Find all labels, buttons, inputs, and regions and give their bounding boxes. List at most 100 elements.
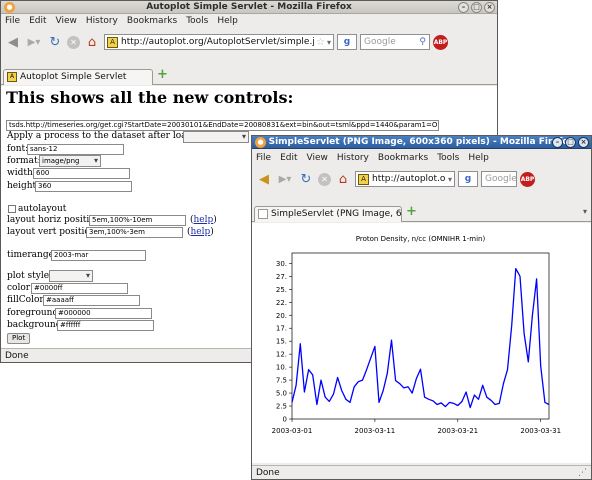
search-engine-icon[interactable]: g bbox=[458, 171, 478, 187]
plot-button[interactable]: Plot bbox=[7, 333, 31, 344]
reload-icon[interactable]: ↻ bbox=[297, 170, 315, 188]
resize-grip-icon[interactable]: ⋰ bbox=[578, 466, 587, 479]
process-select[interactable] bbox=[183, 131, 249, 143]
fill-color-label: fillColor: bbox=[7, 295, 47, 305]
window-titlebar[interactable]: ● Autoplot Simple Servlet - Mozilla Fire… bbox=[1, 1, 497, 14]
page-heading: This shows all the new controls: bbox=[6, 88, 294, 107]
forward-arrow-icon[interactable]: ▶▾ bbox=[276, 170, 294, 188]
background-label: background: bbox=[7, 320, 65, 330]
status-bar: Done ⋰ bbox=[252, 465, 591, 479]
color-input[interactable]: #0000ff bbox=[31, 283, 128, 294]
url-text: http://autoplot.org/AutoplotServlet/simp… bbox=[121, 37, 315, 47]
url-bar[interactable]: A http://autoplot.or ▾ bbox=[355, 171, 455, 187]
timerange-input[interactable]: 2003-mar bbox=[51, 250, 146, 261]
menu-tools[interactable]: Tools bbox=[186, 16, 208, 26]
menu-history[interactable]: History bbox=[337, 153, 369, 163]
menu-help[interactable]: Help bbox=[217, 16, 238, 26]
window-title: Autoplot Simple Servlet - Mozilla Firefo… bbox=[146, 2, 352, 12]
menu-bookmarks[interactable]: Bookmarks bbox=[378, 153, 428, 163]
menu-tools[interactable]: Tools bbox=[437, 153, 459, 163]
background-input[interactable]: #ffffff bbox=[57, 320, 154, 331]
y-tick-label: 22. bbox=[276, 299, 287, 307]
plot-style-select[interactable] bbox=[49, 270, 93, 282]
maximize-icon[interactable]: □ bbox=[471, 2, 482, 13]
close-icon[interactable]: × bbox=[484, 2, 495, 13]
url-dropdown-icon[interactable]: ▾ bbox=[448, 175, 452, 184]
menu-history[interactable]: History bbox=[86, 16, 118, 26]
y-tick-label: 17. bbox=[276, 325, 287, 333]
firefox-logo-icon: ● bbox=[4, 2, 15, 13]
format-select[interactable]: image/png bbox=[39, 155, 101, 167]
stop-icon[interactable]: ✕ bbox=[318, 172, 331, 186]
font-input[interactable]: sans-12 bbox=[27, 144, 124, 155]
search-placeholder: Google bbox=[485, 174, 517, 184]
y-tick-label: 20. bbox=[276, 312, 287, 320]
menu-help[interactable]: Help bbox=[468, 153, 489, 163]
y-tick-label: 0 bbox=[283, 416, 287, 424]
minimize-icon[interactable]: – bbox=[552, 137, 563, 148]
vert-help-link[interactable]: help bbox=[191, 227, 211, 237]
tab-label: Autoplot Simple Servlet bbox=[20, 72, 127, 82]
search-placeholder: Google bbox=[364, 37, 396, 47]
minimize-icon[interactable]: – bbox=[458, 2, 469, 13]
search-icon[interactable]: ⚲ bbox=[419, 35, 426, 49]
x-tick-label: 2003-03-11 bbox=[355, 427, 396, 435]
horiz-help-link[interactable]: help bbox=[194, 215, 214, 225]
x-tick-label: 2003-03-31 bbox=[520, 427, 561, 435]
tab-favicon-icon bbox=[258, 209, 268, 219]
y-tick-label: 15. bbox=[276, 338, 287, 346]
y-tick-label: 5.0 bbox=[276, 390, 287, 398]
search-engine-icon[interactable]: g bbox=[337, 34, 357, 50]
plus-icon[interactable]: + bbox=[406, 204, 417, 219]
plus-icon[interactable]: + bbox=[157, 67, 168, 82]
home-icon[interactable]: ⌂ bbox=[334, 170, 352, 188]
forward-arrow-icon[interactable]: ▶▾ bbox=[25, 33, 43, 51]
maximize-icon[interactable]: □ bbox=[565, 137, 576, 148]
reload-icon[interactable]: ↻ bbox=[46, 33, 64, 51]
firefox-window-png[interactable]: ● SimpleServlet (PNG Image, 600x360 pixe… bbox=[251, 135, 592, 480]
menu-view[interactable]: View bbox=[307, 153, 328, 163]
star-icon[interactable]: ☆ bbox=[316, 37, 325, 48]
tab-autoplot-servlet[interactable]: A Autoplot Simple Servlet bbox=[3, 69, 153, 85]
menu-bookmarks[interactable]: Bookmarks bbox=[127, 16, 177, 26]
chart-title: Proton Density, n/cc (OMNIHR 1-min) bbox=[356, 235, 486, 243]
fill-color-input[interactable]: #aaaaff bbox=[43, 295, 140, 306]
y-tick-label: 25. bbox=[276, 286, 287, 294]
height-input[interactable]: 360 bbox=[35, 181, 132, 192]
menu-edit[interactable]: Edit bbox=[29, 16, 46, 26]
adblock-plus-icon[interactable]: ABP bbox=[433, 34, 448, 50]
image-viewport: Proton Density, n/cc (OMNIHR 1-min) 0 2.5 5… bbox=[252, 223, 591, 463]
menu-file[interactable]: File bbox=[5, 16, 20, 26]
dataset-url-input[interactable]: tsds.http://timeseries.org/get.cgi?Start… bbox=[6, 120, 439, 131]
back-arrow-icon[interactable]: ◀ bbox=[255, 170, 273, 188]
menu-edit[interactable]: Edit bbox=[280, 153, 297, 163]
vert-help-paren: (help) bbox=[187, 227, 214, 237]
close-icon[interactable]: × bbox=[578, 137, 589, 148]
home-icon[interactable]: ⌂ bbox=[83, 33, 101, 51]
foreground-input[interactable]: #000000 bbox=[55, 308, 152, 319]
width-input[interactable]: 600 bbox=[33, 168, 130, 179]
navigation-toolbar: ◀ ▶▾ ↻ ✕ ⌂ A http://autoplot.org/Autoplo… bbox=[1, 30, 497, 54]
back-arrow-icon[interactable]: ◀ bbox=[4, 33, 22, 51]
stop-icon[interactable]: ✕ bbox=[67, 35, 80, 49]
url-dropdown-icon[interactable]: ▾ bbox=[327, 38, 331, 47]
menu-view[interactable]: View bbox=[56, 16, 77, 26]
tab-simpleservlet-png[interactable]: SimpleServlet (PNG Image, 600... bbox=[254, 206, 402, 222]
tab-list-chevron-icon[interactable]: ▾ bbox=[583, 207, 587, 216]
search-input[interactable]: Google bbox=[481, 171, 517, 187]
search-input[interactable]: Google ⚲ bbox=[360, 34, 430, 50]
proton-density-line bbox=[291, 267, 550, 409]
x-tick-label: 2003-03-01 bbox=[272, 427, 313, 435]
adblock-plus-icon[interactable]: ABP bbox=[520, 171, 535, 187]
url-bar[interactable]: A http://autoplot.org/AutoplotServlet/si… bbox=[104, 34, 334, 50]
window-titlebar[interactable]: ● SimpleServlet (PNG Image, 600x360 pixe… bbox=[252, 136, 591, 149]
y-tick-label: 2.5 bbox=[276, 403, 287, 411]
firefox-logo-icon: ● bbox=[255, 137, 266, 148]
format-label: format: bbox=[7, 156, 41, 166]
autolayout-checkbox[interactable] bbox=[8, 205, 16, 213]
horiz-position-input[interactable]: 5em,100%-10em bbox=[89, 215, 186, 226]
color-label: color: bbox=[7, 283, 34, 293]
menu-file[interactable]: File bbox=[256, 153, 271, 163]
site-favicon-icon: A bbox=[107, 36, 118, 48]
vert-position-input[interactable]: 3em,100%-3em bbox=[86, 227, 183, 238]
